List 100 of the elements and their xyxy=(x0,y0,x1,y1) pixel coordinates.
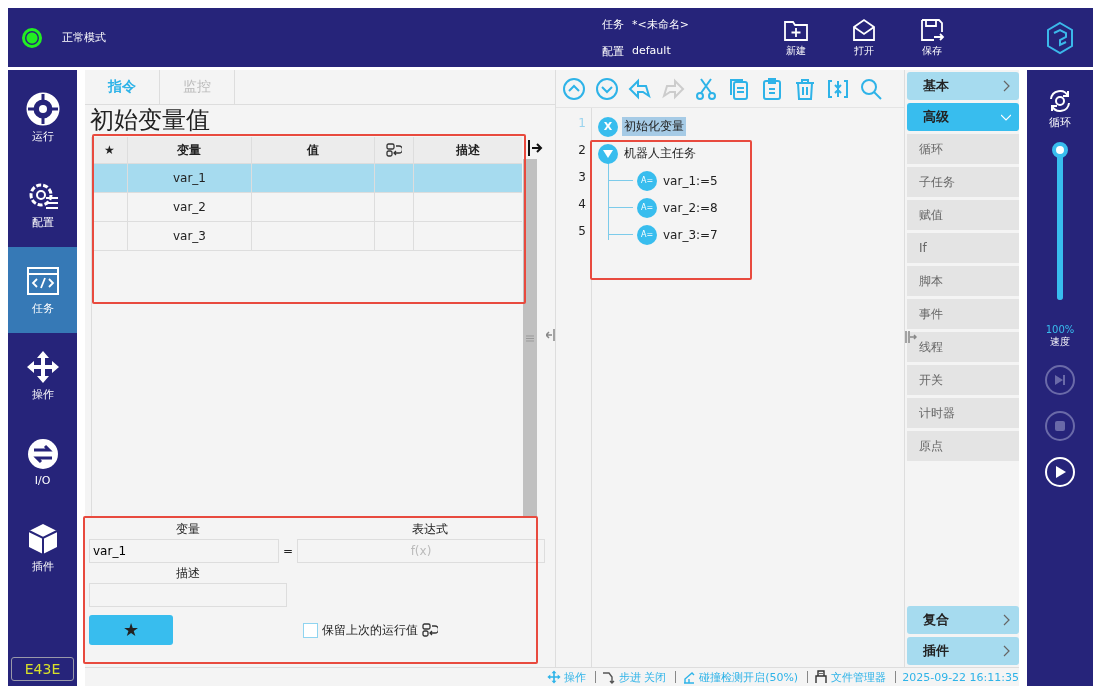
play-button[interactable] xyxy=(1045,457,1075,487)
nav-item[interactable]: 运行 xyxy=(8,75,77,161)
line-number: 2 xyxy=(578,142,586,159)
copy-icon[interactable] xyxy=(727,76,751,101)
loop-button[interactable]: 循环 xyxy=(1047,88,1073,130)
floppy-disk-icon xyxy=(919,17,945,42)
scrollbar[interactable] xyxy=(523,159,537,517)
palette-item[interactable]: 开关 xyxy=(907,365,1019,395)
column-header: ★ xyxy=(92,137,128,163)
chevron-right-icon xyxy=(1001,80,1011,92)
tree-node[interactable]: var_1:=5 xyxy=(661,172,720,189)
new-button[interactable]: 新建 xyxy=(772,17,820,58)
move-down-icon[interactable] xyxy=(595,76,619,101)
step-icon xyxy=(601,670,616,684)
move-arrows-icon xyxy=(25,350,60,384)
paste-icon[interactable] xyxy=(760,76,784,101)
line-number: 1 xyxy=(578,115,586,132)
target-icon xyxy=(25,92,60,126)
palette-item[interactable]: 脚本 xyxy=(907,266,1019,296)
variable-name-field[interactable]: var_1 xyxy=(89,539,279,563)
line-number: 3 xyxy=(578,169,586,186)
nav-item[interactable]: 插件 xyxy=(8,505,77,591)
retain-icon xyxy=(422,623,438,637)
nav-item[interactable]: 任务 xyxy=(8,247,77,333)
status-text: 碰撞检测开启(50%) xyxy=(699,669,799,685)
expression-field[interactable]: f(x) xyxy=(297,539,545,563)
play-icon xyxy=(1053,465,1067,479)
tree-node[interactable]: var_2:=8 xyxy=(661,199,720,216)
undo-icon[interactable] xyxy=(628,76,652,101)
task-name: *<未命名> xyxy=(632,16,689,32)
table-row[interactable]: var_3 xyxy=(92,222,522,251)
nav-item[interactable]: I/O xyxy=(8,419,77,505)
cube-logo-icon xyxy=(1045,20,1075,55)
palette-item[interactable]: 循环 xyxy=(907,134,1019,164)
palette-item[interactable]: 线程 xyxy=(907,332,1019,362)
chevron-right-icon xyxy=(1001,614,1011,626)
line-number: 4 xyxy=(578,196,586,213)
status-text: 步进 关闭 xyxy=(618,669,667,685)
palette-item[interactable]: 事件 xyxy=(907,299,1019,329)
move-up-icon[interactable] xyxy=(562,76,586,101)
line-number: 5 xyxy=(578,223,586,240)
usb-drive-icon xyxy=(814,670,829,684)
nav-item[interactable]: 配置 xyxy=(8,161,77,247)
status-text: 文件管理器 xyxy=(831,669,887,685)
table-row[interactable]: var_2 xyxy=(92,193,522,222)
assign-badge: A= xyxy=(637,197,657,218)
status-text: 2025-09-22 16:11:35 xyxy=(902,670,1019,684)
tree-node[interactable]: 初始化变量 xyxy=(622,117,686,136)
chevron-right-icon xyxy=(1001,645,1011,657)
delete-icon[interactable] xyxy=(793,76,817,101)
palette-group[interactable]: 基本 xyxy=(907,72,1019,100)
mode-label: 正常模式 xyxy=(62,30,106,45)
checkbox[interactable] xyxy=(303,622,318,638)
table-cell: var_1 xyxy=(127,164,253,192)
palette-group[interactable]: 高级 xyxy=(907,103,1019,131)
equals-sign: = xyxy=(281,544,295,558)
config-label: 配置 xyxy=(602,43,624,59)
palette-group[interactable]: 复合 xyxy=(907,606,1019,634)
panel-title: 初始变量值 xyxy=(89,105,211,136)
palette-item[interactable]: 赋值 xyxy=(907,200,1019,230)
splitter-handle-icon[interactable] xyxy=(546,328,556,342)
open-button[interactable]: 打开 xyxy=(840,17,888,58)
status-text: 操作 xyxy=(563,669,586,685)
config-name: default xyxy=(632,43,671,59)
save-button[interactable]: 保存 xyxy=(908,17,956,58)
field-label: 描述 xyxy=(175,564,201,582)
robot-arm-icon xyxy=(682,670,697,684)
task-label: 任务 xyxy=(602,16,624,32)
search-icon[interactable] xyxy=(859,76,883,101)
palette-item[interactable]: 子任务 xyxy=(907,167,1019,197)
loop-arrows-icon xyxy=(1047,88,1073,114)
assign-badge: A= xyxy=(637,224,657,245)
redo-icon[interactable] xyxy=(661,76,685,101)
move-icon xyxy=(546,670,561,684)
expand-caret-icon[interactable] xyxy=(598,143,618,164)
star-button[interactable]: ★ xyxy=(89,615,173,645)
assign-badge: A= xyxy=(637,170,657,191)
envelope-icon xyxy=(851,17,877,42)
tree-node[interactable]: var_3:=7 xyxy=(661,226,720,243)
stop-icon xyxy=(1053,419,1067,433)
table-row[interactable]: var_1 xyxy=(92,164,522,193)
speed-reading: 100% xyxy=(1045,324,1075,335)
error-code-badge: E43E xyxy=(11,657,74,681)
cut-icon[interactable] xyxy=(694,76,718,101)
palette-item[interactable]: 原点 xyxy=(907,431,1019,461)
nav-item[interactable]: 操作 xyxy=(8,333,77,419)
tree-node[interactable]: 机器人主任务 xyxy=(622,144,698,163)
field-label: 表达式 xyxy=(411,520,449,538)
code-window-icon xyxy=(25,264,60,298)
column-header: 变量 xyxy=(127,137,253,163)
palette-item[interactable]: If xyxy=(907,233,1019,263)
splitter-handle-icon[interactable] xyxy=(905,330,917,344)
palette-item[interactable]: 计时器 xyxy=(907,398,1019,428)
column-header: 值 xyxy=(252,137,375,163)
palette-group[interactable]: 插件 xyxy=(907,637,1019,665)
step-icon xyxy=(1053,373,1067,387)
checkbox-label: 保留上次的运行值 xyxy=(322,621,418,639)
grip-icon xyxy=(526,334,534,342)
retain-icon xyxy=(385,143,402,157)
swap-arrows-icon xyxy=(25,437,60,471)
